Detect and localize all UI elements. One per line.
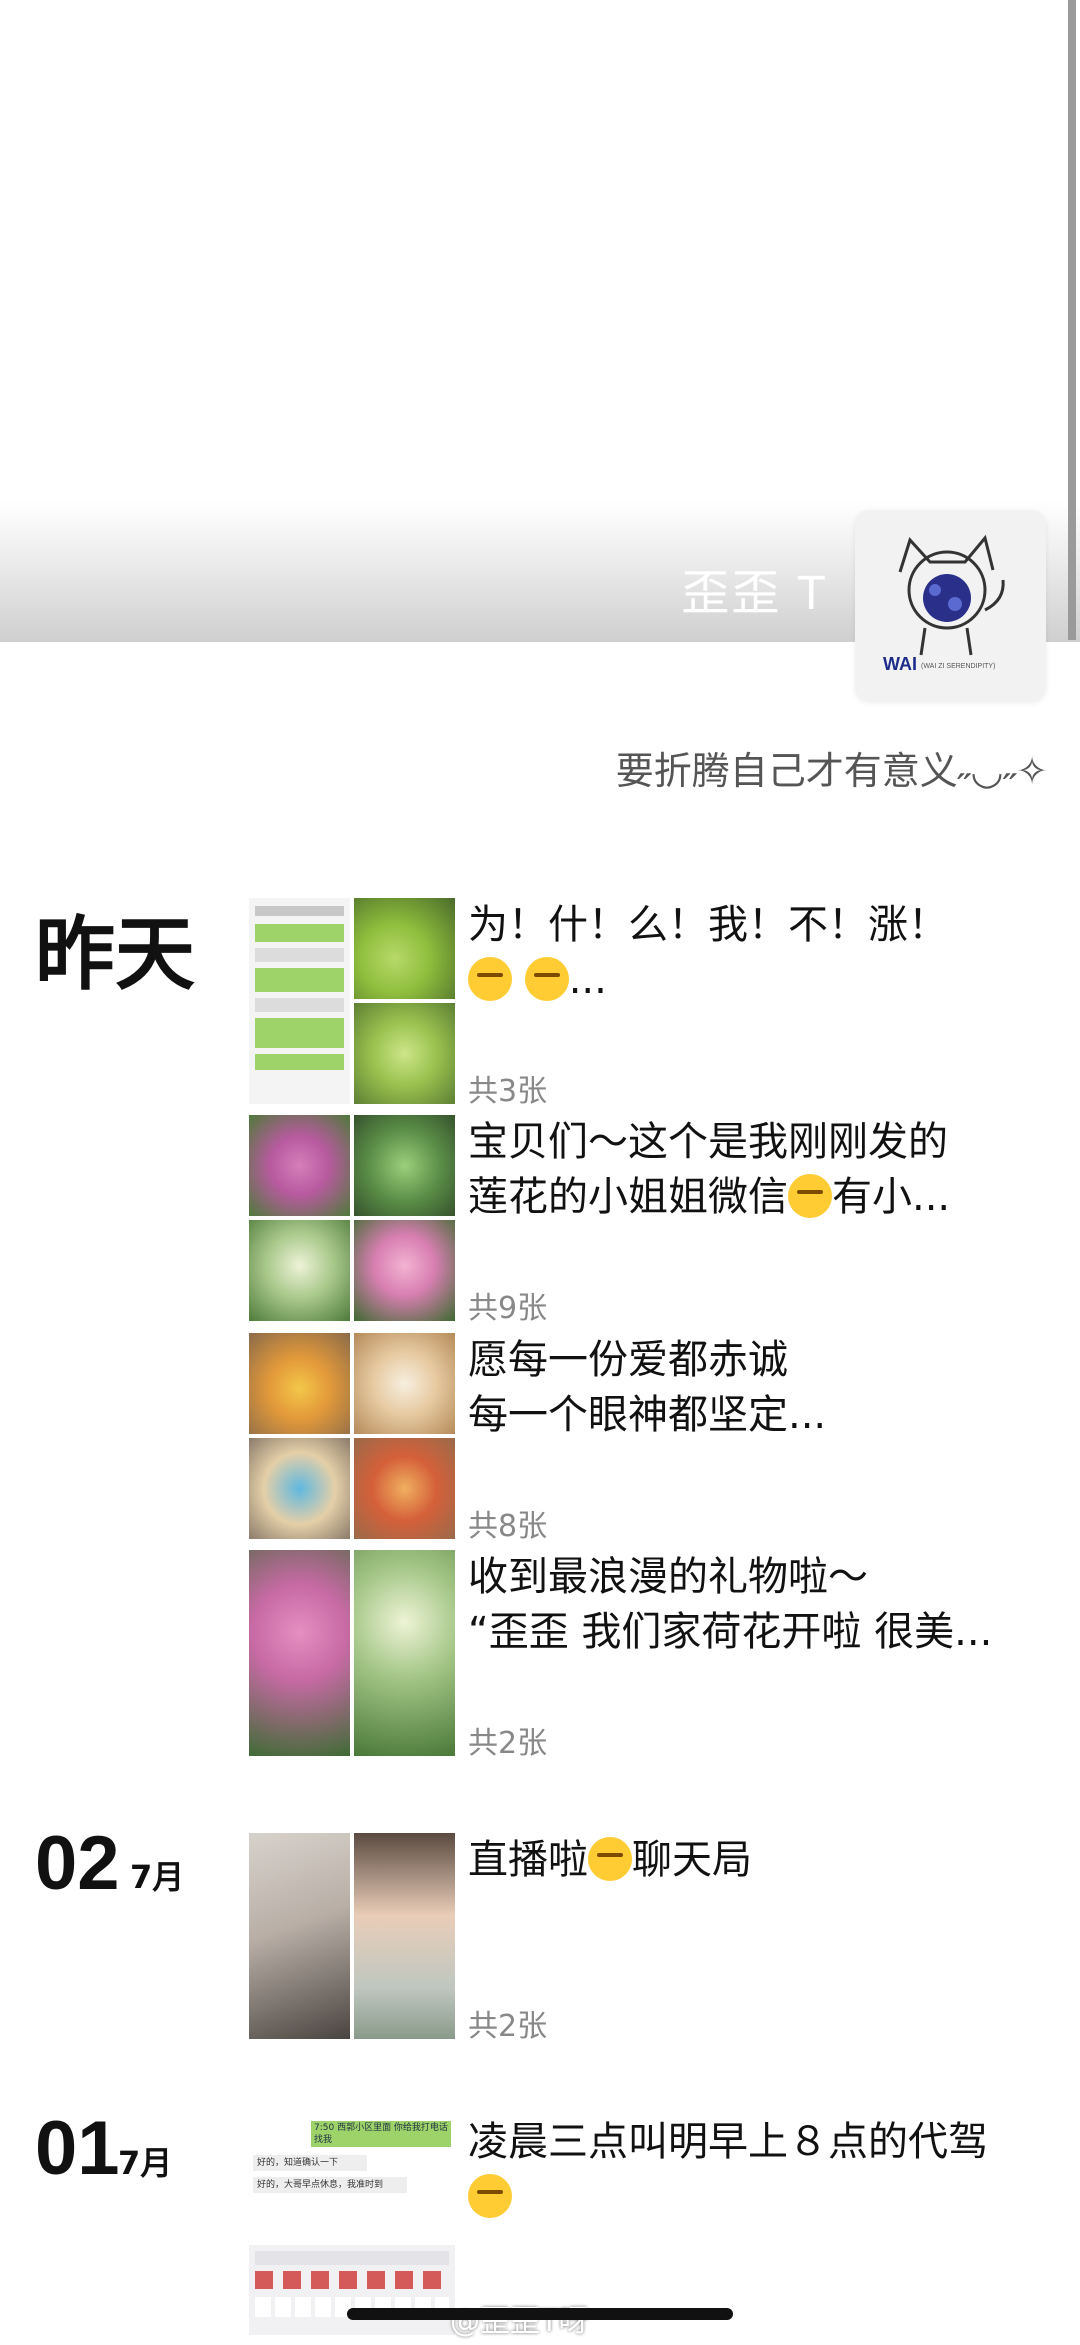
chat-bubble: 好的，知道确认一下 — [253, 2155, 367, 2171]
party-emoji-icon — [588, 1837, 632, 1881]
avatar[interactable]: WAI (WAI ZI SERENDIPITY) — [855, 510, 1046, 701]
svg-text:WAI: WAI — [883, 654, 917, 674]
lotus-seeds-thumb — [354, 898, 455, 999]
post-thumbnails — [249, 1550, 455, 1756]
chat-bubble: 好的，大哥早点休息，我准时到 — [253, 2177, 407, 2193]
post-text-line: 莲花的小姐姐微信 — [468, 1174, 788, 1220]
post-text-line: 愿每一份爱都赤诚 — [468, 1337, 788, 1383]
kissing-emoji-icon — [788, 1174, 832, 1218]
photo-count: 共9张 — [468, 1291, 548, 1326]
date-month: 7月 — [130, 1858, 185, 1896]
post-thumbnails — [249, 1833, 455, 2039]
selfie-thumb — [249, 1833, 350, 2039]
post-text-line: 收到最浪漫的礼物啦～ — [468, 1554, 868, 1600]
post-thumbnails — [249, 898, 455, 1104]
post-text-line: 聊天局 — [632, 1837, 752, 1883]
lotus-bud-thumb — [354, 1550, 455, 1756]
post-text: 凌晨三点叫明早上８点的代驾 — [468, 2115, 1058, 2230]
post-text-line: 每一个眼神都坚定... — [468, 1392, 827, 1438]
food-thumb — [249, 1333, 350, 1434]
crying-emoji-icon — [524, 957, 569, 1001]
photo-count: 共2张 — [468, 2009, 548, 2044]
post-item-4[interactable]: 收到最浪漫的礼物啦～ “歪歪 我们家荷花开啦 很美... 共2张 — [249, 1550, 1049, 1761]
post-item-2[interactable]: 宝贝们～这个是我刚刚发的 莲花的小姐姐微信 有小... 共9张 — [249, 1115, 1049, 1326]
date-day: 01 — [35, 2106, 120, 2191]
scrollbar[interactable] — [1068, 0, 1076, 640]
post-thumbnails — [249, 1333, 455, 1539]
lotus-pod-thumb — [354, 1115, 455, 1216]
post-item-1[interactable]: 为！什！么！我！不！涨！ ... 共3张 — [249, 898, 1049, 1109]
post-text-line: 直播啦 — [468, 1837, 588, 1883]
profile-signature: 要折腾自己才有意义˶◡˶✧ — [615, 749, 1048, 793]
post-text: 愿每一份爱都赤诚 每一个眼神都坚定... — [468, 1333, 1058, 1448]
post-text-line: ... — [568, 957, 607, 1003]
profile-name: 歪歪 T — [681, 567, 828, 620]
post-text: 宝贝们～这个是我刚刚发的 莲花的小姐姐微信 有小... — [468, 1115, 1058, 1230]
crying-emoji-icon — [468, 2174, 512, 2218]
post-text-line: 凌晨三点叫明早上８点的代驾 — [468, 2119, 988, 2165]
post-text: 收到最浪漫的礼物啦～ “歪歪 我们家荷花开啦 很美... — [468, 1550, 1058, 1665]
post-item-5[interactable]: 直播啦 聊天局 共2张 — [249, 1833, 1049, 2044]
crying-emoji-icon — [468, 957, 512, 1001]
photo-count: 共2张 — [468, 1726, 548, 1761]
photo-count: 共3张 — [468, 1074, 548, 1109]
lotus-flower-thumb — [249, 1550, 350, 1756]
post-text: 为！什！么！我！不！涨！ ... — [468, 898, 1058, 1013]
post-text: 直播啦 聊天局 — [468, 1833, 1058, 1893]
dessert-thumb — [249, 1438, 350, 1539]
photo-count: 共8张 — [468, 1509, 548, 1544]
chat-screenshot-thumb: 7:50 西郭小区里面 你给我打电话找我 好的，知道确认一下 好的，大哥早点休息… — [249, 2115, 455, 2225]
lotus-bud-thumb — [354, 1220, 455, 1321]
post-thumbnails — [249, 1115, 455, 1321]
selfie-thumb — [354, 1833, 455, 2039]
post-text-line: “歪歪 我们家荷花开啦 很美... — [468, 1609, 993, 1655]
chat-screenshot-thumb — [249, 898, 350, 1104]
cake-thumb — [354, 1333, 455, 1434]
post-text-line: 有小... — [832, 1174, 951, 1220]
date-month: 7月 — [118, 2144, 173, 2182]
date-label-yesterday: 昨天 — [35, 908, 195, 1001]
svg-text:(WAI ZI SERENDIPITY): (WAI ZI SERENDIPITY) — [921, 663, 995, 670]
date-day: 02 — [35, 1821, 120, 1906]
pastry-thumb — [354, 1438, 455, 1539]
post-text-line: 宝贝们～这个是我刚刚发的 — [468, 1119, 948, 1165]
lotus-flower-thumb — [249, 1115, 350, 1216]
chat-bubble: 7:50 西郭小区里面 你给我打电话找我 — [311, 2121, 451, 2147]
post-item-3[interactable]: 愿每一份爱都赤诚 每一个眼神都坚定... 共8张 — [249, 1333, 1049, 1544]
lotus-seeds-thumb — [354, 1003, 455, 1104]
cat-logo-icon: WAI (WAI ZI SERENDIPITY) — [883, 534, 1005, 674]
lotus-bud-thumb — [249, 1220, 350, 1321]
post-text-line: 为！什！么！我！不！涨！ — [468, 902, 948, 948]
keyboard-screenshot-thumb — [249, 2245, 455, 2335]
home-indicator[interactable] — [347, 2308, 733, 2320]
